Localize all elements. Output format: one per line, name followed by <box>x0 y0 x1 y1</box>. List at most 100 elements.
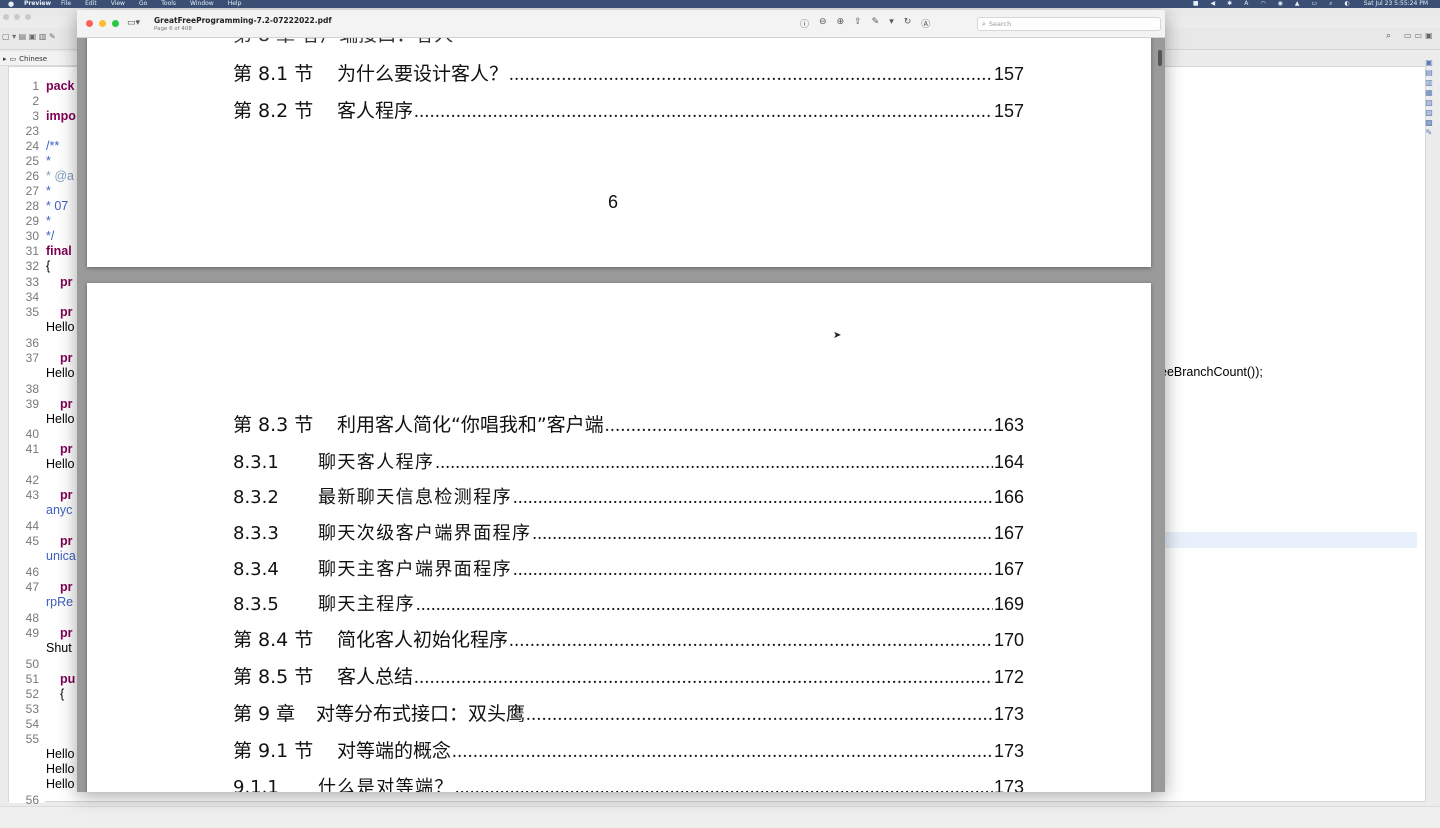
record-icon[interactable]: ■ <box>1193 0 1199 8</box>
input-source-icon[interactable]: A <box>1244 0 1248 8</box>
search-field[interactable]: ⌕ Search <box>977 17 1161 31</box>
line-number: 34 <box>25 290 39 304</box>
eclipse-side-toolbar[interactable]: ▣ ▤ ▥ ▦ ▧ ▨ ▩ ✎ <box>1420 58 1438 158</box>
line-number: 45 <box>25 534 39 548</box>
airplay-icon[interactable]: ▲ <box>1295 0 1300 8</box>
menu-help[interactable]: Help <box>228 0 242 8</box>
menu-go[interactable]: Go <box>139 0 147 8</box>
menu-bar-clock[interactable]: Sat Jul 23 5:55:24 PM <box>1364 0 1428 8</box>
toc-entry[interactable]: 第 8.5 节 客人总结 172 <box>233 662 1024 689</box>
preview-minimize-button[interactable] <box>99 20 106 27</box>
eclipse-minimize-button[interactable] <box>14 14 20 20</box>
toc-entry[interactable]: 8.3.1 聊天客人程序 164 <box>233 448 1024 474</box>
line-number: 29 <box>25 214 39 228</box>
breadcrumb-project[interactable]: Chinese <box>19 55 47 63</box>
toc-entry[interactable]: 第 8.3 节 利用客人简化“你唱我和”客户端 163 <box>233 410 1024 437</box>
markup-pen-icon[interactable]: ✎ <box>872 17 880 30</box>
zoom-out-icon[interactable]: ⊖ <box>819 17 827 30</box>
preview-titlebar: ▭▾ GreatFreeProgramming-7.2-07222022.pdf… <box>77 10 1165 38</box>
apple-menu-icon[interactable]: ● <box>6 0 16 8</box>
toc-entry[interactable]: 9.1.1 什么是对等端？ 173 <box>233 773 1024 792</box>
code-line: pack <box>46 79 75 93</box>
share-icon[interactable]: ⇪ <box>854 17 862 30</box>
menu-edit[interactable]: Edit <box>85 0 97 8</box>
volume-icon[interactable]: ◀ <box>1211 0 1216 8</box>
siri-icon[interactable]: ◐ <box>1344 0 1349 8</box>
editor-gutter: 1 2 3 23 24 25 26 27 28 29 30 31 32 33 3… <box>9 67 45 807</box>
battery-icon[interactable]: ▭ <box>1311 0 1317 8</box>
markup-chevron-down-icon[interactable]: ▾ <box>889 17 894 30</box>
toc-entry[interactable]: 8.3.4 聊天主客户端界面程序 167 <box>233 555 1024 581</box>
code-line: * <box>46 184 51 198</box>
line-number: 2 <box>32 94 39 108</box>
annotate-icon[interactable]: Ⓐ <box>921 17 930 30</box>
wifi-icon[interactable]: ◠ <box>1260 0 1265 8</box>
eclipse-window-controls <box>3 14 31 20</box>
control-center-icon[interactable]: ◉ <box>1278 0 1283 8</box>
vertical-scrollbar[interactable] <box>1157 40 1163 790</box>
code-line: anyc <box>46 503 73 517</box>
code-line: * <box>46 214 51 228</box>
rotate-icon[interactable]: ↻ <box>904 17 912 30</box>
eclipse-breadcrumb[interactable]: ▸ ▭ Chinese <box>0 52 80 66</box>
code-line: pr <box>60 305 73 319</box>
toc-entry[interactable]: 第 8.1 节 为什么要设计客人？ 157 <box>233 59 1024 86</box>
code-line: Hello <box>46 366 75 380</box>
menu-tools[interactable]: Tools <box>161 0 176 8</box>
line-number: 23 <box>25 124 39 138</box>
preview-window: ▭▾ GreatFreeProgramming-7.2-07222022.pdf… <box>77 10 1165 792</box>
eclipse-toolbar-icons[interactable]: ▢ ▾ ▤ ▣ ▥ ✎ <box>2 32 56 41</box>
sidebar-toggle-icon[interactable]: ▭▾ <box>127 18 140 28</box>
line-number: 38 <box>25 382 39 396</box>
spotlight-icon[interactable]: ⌕ <box>1329 0 1332 8</box>
toc-entry[interactable]: 8.3.2 最新聊天信息检测程序 166 <box>233 483 1024 509</box>
menu-view[interactable]: View <box>111 0 125 8</box>
line-number: 40 <box>25 427 39 441</box>
line-number: 33 <box>25 275 39 289</box>
pdf-page: ➤ 第 8.3 节 利用客人简化“你唱我和”客户端 163 8.3.1 聊天客人… <box>87 283 1151 792</box>
line-number: 39 <box>25 397 39 411</box>
eclipse-perspective-icons[interactable]: ▭▭▣ <box>1404 31 1436 40</box>
line-number: 46 <box>25 565 39 579</box>
code-line: pr <box>60 442 73 456</box>
toc-entry[interactable]: 第 9.1 节 对等端的概念 173 <box>233 736 1024 763</box>
folder-icon: ▭ <box>9 54 17 63</box>
info-icon[interactable]: ⓘ <box>800 17 809 30</box>
bluetooth-icon[interactable]: ✱ <box>1227 0 1232 8</box>
preview-close-button[interactable] <box>86 20 93 27</box>
code-line: { <box>60 687 65 701</box>
toc-entry[interactable]: 8.3.3 聊天次级客户端界面程序 167 <box>233 519 1024 545</box>
zoom-in-icon[interactable]: ⊕ <box>837 17 845 30</box>
code-line: * 07 <box>46 199 69 213</box>
code-line: rpRe <box>46 595 74 609</box>
code-line: final <box>46 244 72 258</box>
code-line: Hello <box>46 762 75 776</box>
line-number: 48 <box>25 611 39 625</box>
menu-app-name[interactable]: Preview <box>24 0 51 8</box>
eclipse-status-bar <box>0 806 1440 828</box>
code-line: { <box>46 259 51 273</box>
code-line: pr <box>60 351 73 365</box>
line-number: 49 <box>25 626 39 640</box>
toc-entry[interactable]: 8.3.5 聊天主程序 169 <box>233 590 1024 616</box>
toc-entry[interactable]: 第 8.2 节 客人程序 157 <box>233 96 1024 123</box>
code-line: pr <box>60 397 73 411</box>
menu-bar: ● Preview File Edit View Go Tools Window… <box>0 0 1440 8</box>
code-line: impo <box>46 109 76 123</box>
eclipse-zoom-button[interactable] <box>25 14 31 20</box>
line-number: 30 <box>25 229 39 243</box>
eclipse-close-button[interactable] <box>3 14 9 20</box>
eclipse-search-icon[interactable]: ⌕ <box>1386 31 1391 41</box>
toc-entry[interactable]: 第 8.4 节 简化客人初始化程序 170 <box>233 625 1024 652</box>
current-line-highlight <box>1155 532 1417 548</box>
toc-entry-chapter[interactable]: 第 9 章 对等分布式接口：双头鹰 173 <box>233 699 1024 726</box>
preview-toolbar: ⓘ ⊖ ⊕ ⇪ ✎ ▾ ↻ Ⓐ <box>800 17 930 30</box>
scrollbar-thumb[interactable] <box>1158 50 1162 66</box>
code-line: Hello <box>46 457 75 471</box>
menu-file[interactable]: File <box>61 0 71 8</box>
menu-window[interactable]: Window <box>190 0 214 8</box>
code-line-right: eeBranchCount()); <box>1160 365 1263 379</box>
preview-zoom-button[interactable] <box>112 20 119 27</box>
code-line: pr <box>60 534 73 548</box>
page-indicator: Page 6 of 408 <box>154 26 192 32</box>
